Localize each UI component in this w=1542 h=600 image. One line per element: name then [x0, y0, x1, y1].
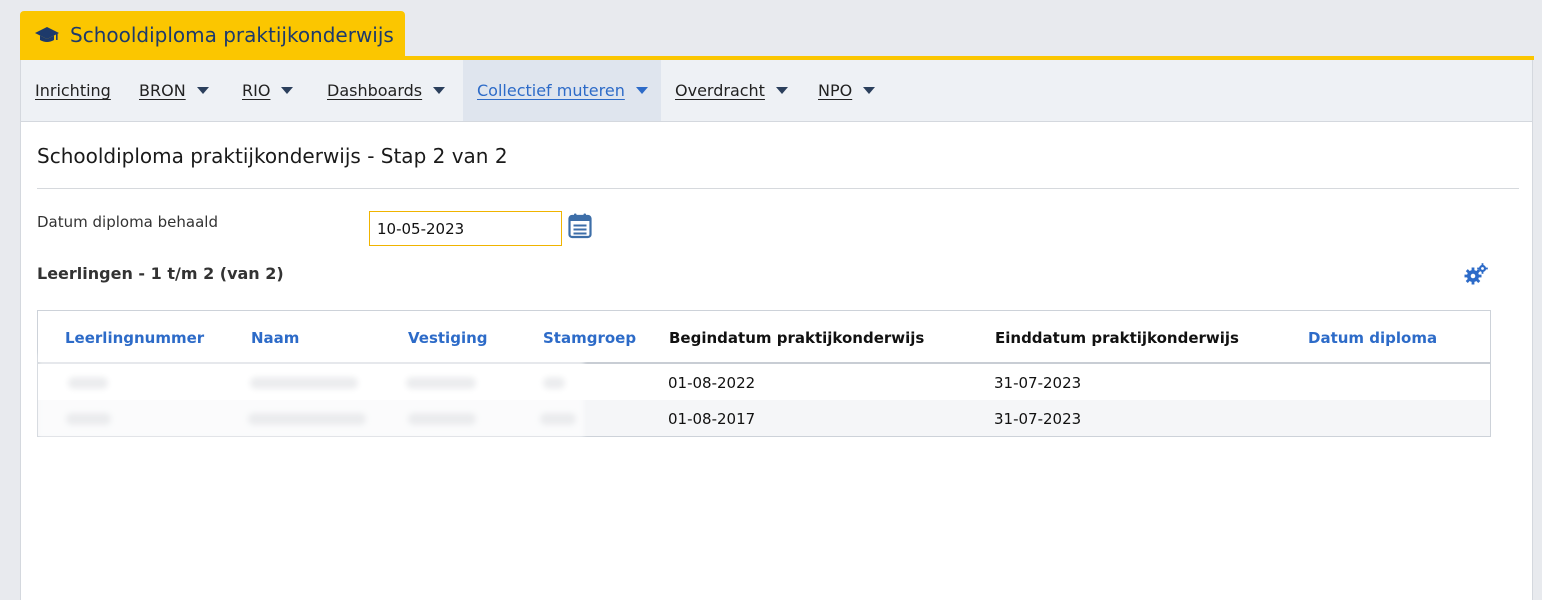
column-header-naam[interactable]: Naam [251, 329, 299, 347]
cell-einddatum: 31-07-2023 [994, 374, 1082, 392]
nav-item-rio[interactable]: RIO [242, 60, 294, 121]
column-header-datum-diploma[interactable]: Datum diploma [1308, 329, 1437, 347]
column-header-begindatum: Begindatum praktijkonderwijs [669, 329, 925, 347]
caret-down-icon [635, 87, 648, 94]
cell-einddatum: 31-07-2023 [994, 410, 1082, 428]
module-tab-title: Schooldiploma praktijkonderwijs [70, 23, 394, 47]
nav-item-label: Overdracht [675, 81, 765, 100]
nav-item-npo[interactable]: NPO [818, 60, 876, 121]
section-title: Leerlingen - 1 t/m 2 (van 2) [37, 264, 284, 283]
column-header-leerlingnummer[interactable]: Leerlingnummer [65, 329, 204, 347]
page-title: Schooldiploma praktijkonderwijs - Stap 2… [37, 144, 508, 168]
nav-item-label: Collectief muteren [477, 81, 625, 100]
main-nav: Inrichting BRON RIO Dashboards Collectie… [21, 60, 1532, 122]
nav-item-label: Inrichting [35, 81, 111, 100]
cell-begindatum: 01-08-2022 [668, 374, 756, 392]
nav-item-collectief-muteren[interactable]: Collectief muteren [463, 60, 661, 121]
column-header-einddatum: Einddatum praktijkonderwijs [995, 329, 1239, 347]
nav-item-label: RIO [242, 81, 271, 100]
nav-item-overdracht[interactable]: Overdracht [675, 60, 788, 121]
date-diploma-input[interactable] [369, 211, 562, 246]
caret-down-icon [433, 87, 446, 94]
date-field-label: Datum diploma behaald [37, 213, 218, 231]
caret-down-icon [775, 87, 788, 94]
main-panel: Inrichting BRON RIO Dashboards Collectie… [20, 60, 1533, 600]
nav-item-bron[interactable]: BRON [139, 60, 209, 121]
caret-down-icon [281, 87, 294, 94]
students-table: Leerlingnummer Naam Vestiging Stamgroep … [37, 310, 1491, 438]
column-header-stamgroep[interactable]: Stamgroep [543, 329, 636, 347]
caret-down-icon [863, 87, 876, 94]
caret-down-icon [196, 87, 209, 94]
redaction-overlay [38, 354, 584, 438]
title-divider [37, 188, 1519, 189]
column-header-vestiging[interactable]: Vestiging [408, 329, 488, 347]
calendar-icon[interactable] [568, 213, 592, 239]
nav-item-label: NPO [818, 81, 853, 100]
nav-item-label: Dashboards [327, 81, 423, 100]
nav-item-inrichting[interactable]: Inrichting [35, 60, 111, 121]
graduation-cap-icon [34, 24, 60, 46]
module-tab[interactable]: Schooldiploma praktijkonderwijs [20, 11, 405, 59]
nav-item-label: BRON [139, 81, 186, 100]
settings-gears-icon[interactable] [1464, 263, 1488, 285]
nav-item-dashboards[interactable]: Dashboards [327, 60, 446, 121]
cell-begindatum: 01-08-2017 [668, 410, 756, 428]
